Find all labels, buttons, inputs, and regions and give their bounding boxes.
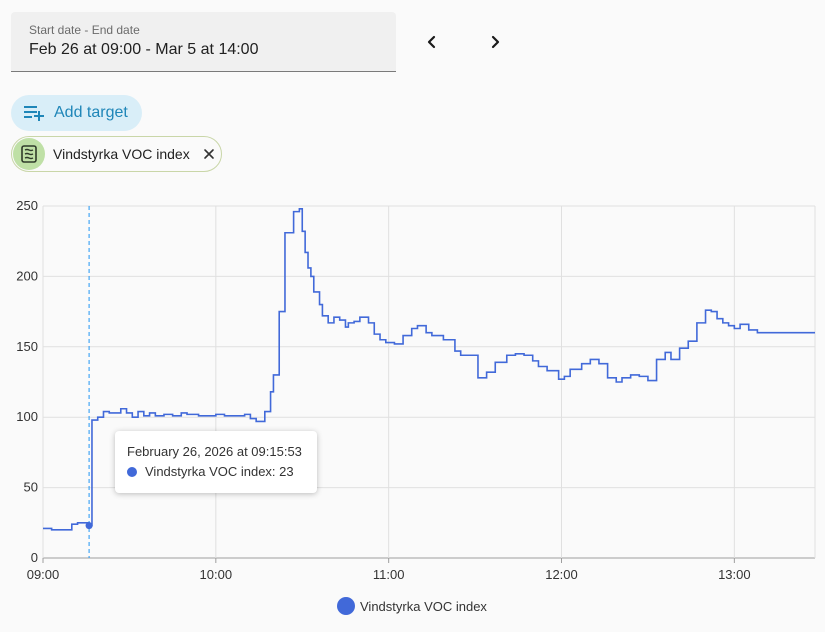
x-tick-label: 13:00 — [718, 567, 751, 582]
y-tick-label: 50 — [24, 480, 38, 495]
y-tick-label: 0 — [31, 550, 38, 565]
chart-tooltip: February 26, 2026 at 09:15:53 Vindstyrka… — [115, 431, 317, 493]
date-range-label: Start date - End date — [29, 23, 140, 37]
x-tick-label: 09:00 — [27, 567, 60, 582]
date-range-picker[interactable]: Start date - End date Feb 26 at 09:00 - … — [11, 12, 396, 72]
air-filter-icon — [21, 145, 37, 163]
tooltip-series-dot — [127, 466, 137, 477]
voc-line-chart[interactable]: 0 50 100 150 200 250 09:00 10:00 11:00 12:00 13:0… — [0, 190, 825, 590]
y-tick-label: 150 — [16, 339, 38, 354]
legend-series-dot — [337, 597, 355, 615]
x-tick-label: 12:00 — [545, 567, 578, 582]
target-chip-label: Vindstyrka VOC index — [53, 146, 190, 162]
tooltip-title: February 26, 2026 at 09:15:53 — [127, 444, 302, 459]
y-tick-label: 100 — [16, 409, 38, 424]
close-icon — [203, 149, 214, 159]
chart-grid — [42, 205, 816, 563]
add-target-label: Add target — [54, 104, 128, 121]
remove-target-button[interactable] — [201, 146, 217, 162]
next-period-button[interactable] — [480, 27, 510, 57]
add-target-button[interactable]: Add target — [11, 95, 142, 131]
chevron-left-icon — [427, 35, 436, 49]
tooltip-value: Vindstyrka VOC index: 23 — [145, 464, 294, 479]
x-tick-label: 10:00 — [200, 567, 233, 582]
x-axis: 09:00 10:00 11:00 12:00 13:00 — [27, 567, 751, 582]
playlist-plus-icon — [24, 106, 44, 121]
target-chip[interactable]: Vindstyrka VOC index — [11, 136, 222, 172]
y-tick-label: 250 — [16, 198, 38, 213]
legend-label: Vindstyrka VOC index — [360, 598, 487, 614]
x-tick-label: 11:00 — [373, 567, 405, 582]
date-range-value: Feb 26 at 09:00 - Mar 5 at 14:00 — [29, 41, 259, 58]
tooltip-row: Vindstyrka VOC index: 23 — [127, 464, 294, 479]
y-tick-label: 200 — [16, 268, 38, 283]
previous-period-button[interactable] — [417, 27, 447, 57]
chart-legend[interactable]: Vindstyrka VOC index — [337, 597, 487, 615]
chip-avatar — [13, 138, 45, 170]
highlight-point — [85, 522, 93, 530]
chevron-right-icon — [491, 35, 500, 49]
y-axis: 0 50 100 150 200 250 — [16, 198, 38, 565]
